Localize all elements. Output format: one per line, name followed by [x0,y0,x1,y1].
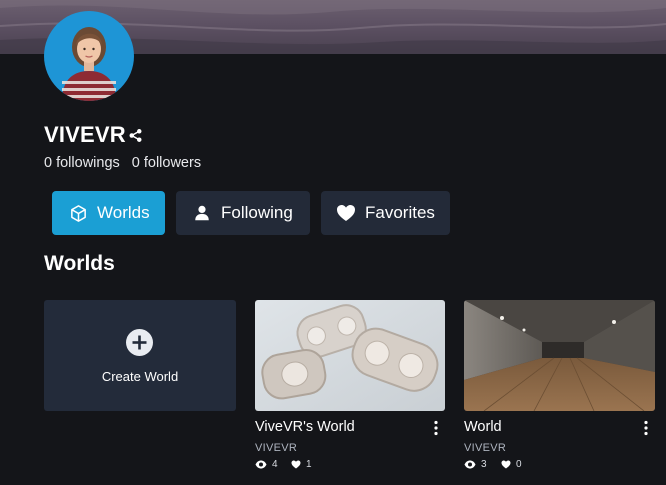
avatar[interactable] [44,11,134,101]
likes-metric: 1 [291,459,312,470]
likes-count: 1 [306,459,312,470]
more-options-icon[interactable] [641,420,651,436]
profile-stats: 0 followings 0 followers [44,155,201,171]
tab-favorites-label: Favorites [365,203,435,222]
world-owner[interactable]: VIVEVR [255,442,297,454]
section-title: Worlds [44,252,115,275]
cube-icon [68,203,88,223]
tab-following[interactable]: Following [176,191,310,235]
profile-username: VIVEVR [44,122,126,147]
followers-count[interactable]: 0 followers [132,155,201,171]
person-icon [192,203,212,223]
heart-small-icon [291,460,301,469]
tab-worlds[interactable]: Worlds [52,191,165,235]
views-metric: 4 [255,459,278,470]
eye-icon [255,460,267,469]
likes-count: 0 [516,459,522,470]
likes-metric: 0 [501,459,522,470]
more-options-icon[interactable] [431,420,441,436]
views-count: 3 [481,459,487,470]
world-title[interactable]: ViveVR's World [255,419,355,435]
heart-icon [336,203,356,223]
create-world-label: Create World [101,369,179,384]
followings-count[interactable]: 0 followings [44,155,120,171]
tab-following-label: Following [221,203,293,222]
share-icon[interactable] [128,128,143,143]
create-world-card[interactable]: Create World [44,300,236,411]
world-owner[interactable]: VIVEVR [464,442,506,454]
world-thumbnail-image [255,300,445,411]
eye-icon [464,460,476,469]
world-title[interactable]: World [464,419,502,435]
world-thumbnail[interactable] [464,300,655,411]
world-thumbnail[interactable] [255,300,445,411]
plus-circle-icon [126,329,153,356]
views-metric: 3 [464,459,487,470]
tab-worlds-label: Worlds [97,203,150,222]
world-thumbnail-image [464,300,655,411]
views-count: 4 [272,459,278,470]
heart-small-icon [501,460,511,469]
tab-favorites[interactable]: Favorites [321,191,450,235]
avatar-image [62,27,116,101]
